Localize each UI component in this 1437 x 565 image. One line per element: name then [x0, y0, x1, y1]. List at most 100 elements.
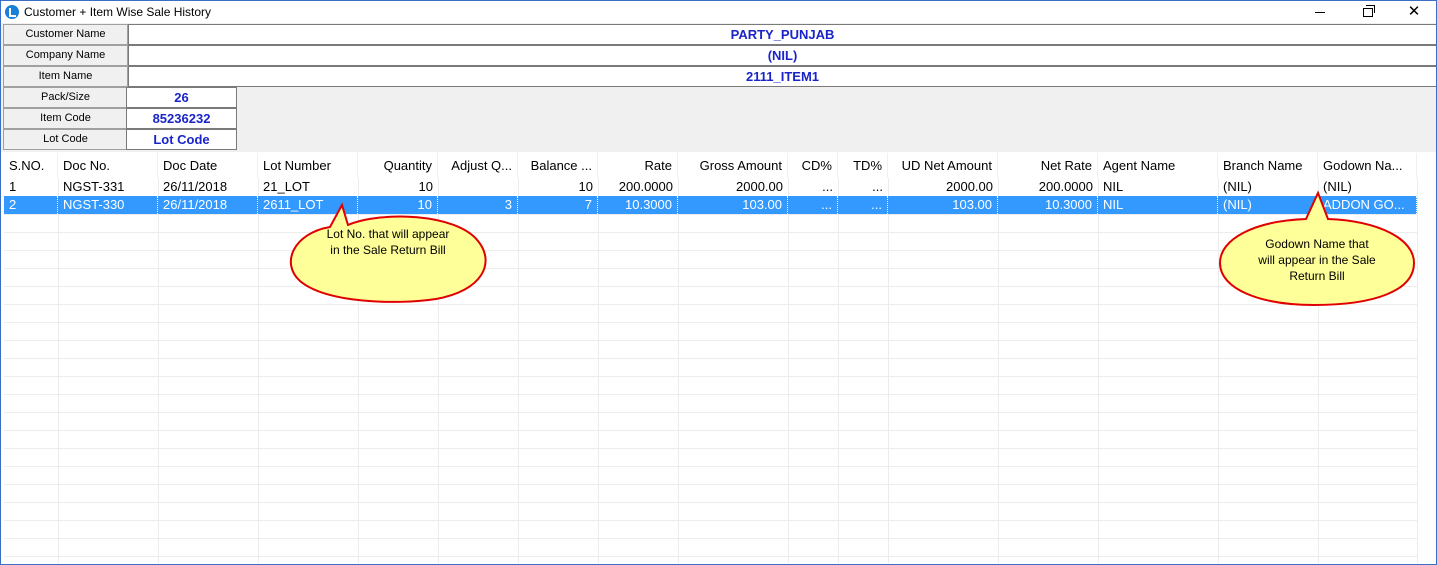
grid-line [4, 340, 1417, 341]
header-col-rate[interactable]: Rate [598, 153, 678, 178]
restore-button[interactable] [1345, 1, 1391, 23]
cell-agent-name[interactable]: NIL [1098, 196, 1218, 214]
restore-icon [1363, 5, 1375, 18]
grid-line [518, 178, 519, 563]
title-bar: Customer + Item Wise Sale History ✕ [1, 1, 1436, 23]
header-col-lot-number[interactable]: Lot Number [258, 153, 358, 178]
window-title: Customer + Item Wise Sale History [24, 5, 212, 19]
cell-quantity[interactable]: 10 [358, 178, 438, 196]
header-col-sno[interactable]: S.NO. [4, 153, 58, 178]
cell-lot-number[interactable]: 21_LOT [258, 178, 358, 196]
header-col-ud-net-amount[interactable]: UD Net Amount [888, 153, 998, 178]
cell-rate[interactable]: 10.3000 [598, 196, 678, 214]
grid-line [4, 304, 1417, 305]
header-col-godown-name[interactable]: Godown Na... [1318, 153, 1417, 178]
grid-header: S.NO. Doc No. Doc Date Lot Number Quantity Ad… [4, 153, 1434, 178]
cell-sno[interactable]: 2 [4, 196, 58, 214]
header-col-adjust-qty[interactable]: Adjust Q... [438, 153, 518, 178]
customer-name-label: Customer Name [3, 24, 128, 45]
cell-td-pct[interactable]: ... [838, 178, 888, 196]
item-name-label: Item Name [3, 66, 128, 87]
grid-line [4, 376, 1417, 377]
pack-size-value: 26 [126, 87, 237, 108]
close-icon: ✕ [1407, 3, 1421, 20]
grid-line [4, 502, 1417, 503]
godown-name-callout: Godown Name that will appear in the Sale… [1218, 190, 1416, 307]
header-col-td-pct[interactable]: TD% [838, 153, 888, 178]
grid-line [4, 556, 1417, 557]
cell-rate[interactable]: 200.0000 [598, 178, 678, 196]
header-col-doc-no[interactable]: Doc No. [58, 153, 158, 178]
pack-size-label: Pack/Size [3, 87, 128, 108]
grid-line [4, 412, 1417, 413]
header-col-balance[interactable]: Balance ... [518, 153, 598, 178]
item-name-value: 2111_ITEM1 [128, 66, 1436, 87]
grid-line [4, 538, 1417, 539]
cell-sno[interactable]: 1 [4, 178, 58, 196]
grid-line [4, 214, 1417, 215]
cell-cd-pct[interactable]: ... [788, 178, 838, 196]
item-code-value: 85236232 [126, 108, 237, 129]
cell-balance[interactable]: 10 [518, 178, 598, 196]
header-col-gross-amount[interactable]: Gross Amount [678, 153, 788, 178]
grid-line [888, 178, 889, 563]
item-info-panel: Customer Name PARTY_PUNJAB Company Name … [1, 23, 1436, 152]
cell-net-rate[interactable]: 200.0000 [998, 178, 1098, 196]
header-col-quantity[interactable]: Quantity [358, 153, 438, 178]
cell-doc-no[interactable]: NGST-330 [58, 196, 158, 214]
table-row[interactable]: 1 NGST-331 26/11/2018 21_LOT 10 10 200.0000 200… [4, 178, 1417, 196]
grid-line [4, 250, 1417, 251]
cell-ud-net-amount[interactable]: 2000.00 [888, 178, 998, 196]
godown-callout-line3: Return Bill [1289, 269, 1344, 283]
app-icon [5, 5, 19, 19]
cell-gross-amount[interactable]: 103.00 [678, 196, 788, 214]
cell-doc-no[interactable]: NGST-331 [58, 178, 158, 196]
grid-line [4, 358, 1417, 359]
header-col-cd-pct[interactable]: CD% [788, 153, 838, 178]
grid-line [788, 178, 789, 563]
cell-agent-name[interactable]: NIL [1098, 178, 1218, 196]
cell-gross-amount[interactable]: 2000.00 [678, 178, 788, 196]
cell-ud-net-amount[interactable]: 103.00 [888, 196, 998, 214]
grid-line [4, 466, 1417, 467]
header-col-doc-date[interactable]: Doc Date [158, 153, 258, 178]
grid-line [998, 178, 999, 563]
godown-callout-line2: will appear in the Sale [1257, 253, 1376, 267]
header-col-branch-name[interactable]: Branch Name [1218, 153, 1318, 178]
grid-line [838, 178, 839, 563]
company-name-value: (NIL) [128, 45, 1436, 66]
lot-code-value: Lot Code [126, 129, 237, 150]
grid-line [4, 448, 1417, 449]
minimize-icon [1315, 12, 1325, 14]
grid-line [4, 268, 1417, 269]
cell-adjust-qty[interactable] [438, 178, 518, 196]
cell-td-pct[interactable]: ... [838, 196, 888, 214]
grid-line [4, 322, 1417, 323]
godown-callout-line1: Godown Name that [1265, 237, 1369, 251]
cell-doc-date[interactable]: 26/11/2018 [158, 178, 258, 196]
cell-net-rate[interactable]: 10.3000 [998, 196, 1098, 214]
close-button[interactable]: ✕ [1391, 1, 1436, 23]
lot-callout-line2: in the Sale Return Bill [330, 243, 445, 257]
cell-doc-date[interactable]: 26/11/2018 [158, 196, 258, 214]
grid-line [258, 178, 259, 563]
item-code-label: Item Code [3, 108, 128, 129]
header-col-agent-name[interactable]: Agent Name [1098, 153, 1218, 178]
grid-line [678, 178, 679, 563]
grid-line [4, 394, 1417, 395]
grid-line [158, 178, 159, 563]
minimize-button[interactable] [1297, 1, 1343, 23]
cell-cd-pct[interactable]: ... [788, 196, 838, 214]
sale-history-window: Customer + Item Wise Sale History ✕ Cust… [0, 0, 1437, 565]
grid-line [4, 232, 1417, 233]
header-col-net-rate[interactable]: Net Rate [998, 153, 1098, 178]
table-row[interactable]: 2 NGST-330 26/11/2018 2611_LOT 10 3 7 10.3000 10… [4, 196, 1417, 214]
cell-balance[interactable]: 7 [518, 196, 598, 214]
customer-name-value: PARTY_PUNJAB [128, 24, 1436, 45]
grid-line [1098, 178, 1099, 563]
lot-number-callout: Lot No. that will appear in the Sale Ret… [289, 202, 487, 303]
grid-line [4, 286, 1417, 287]
grid-line [4, 430, 1417, 431]
company-name-label: Company Name [3, 45, 128, 66]
lot-code-label: Lot Code [3, 129, 128, 150]
